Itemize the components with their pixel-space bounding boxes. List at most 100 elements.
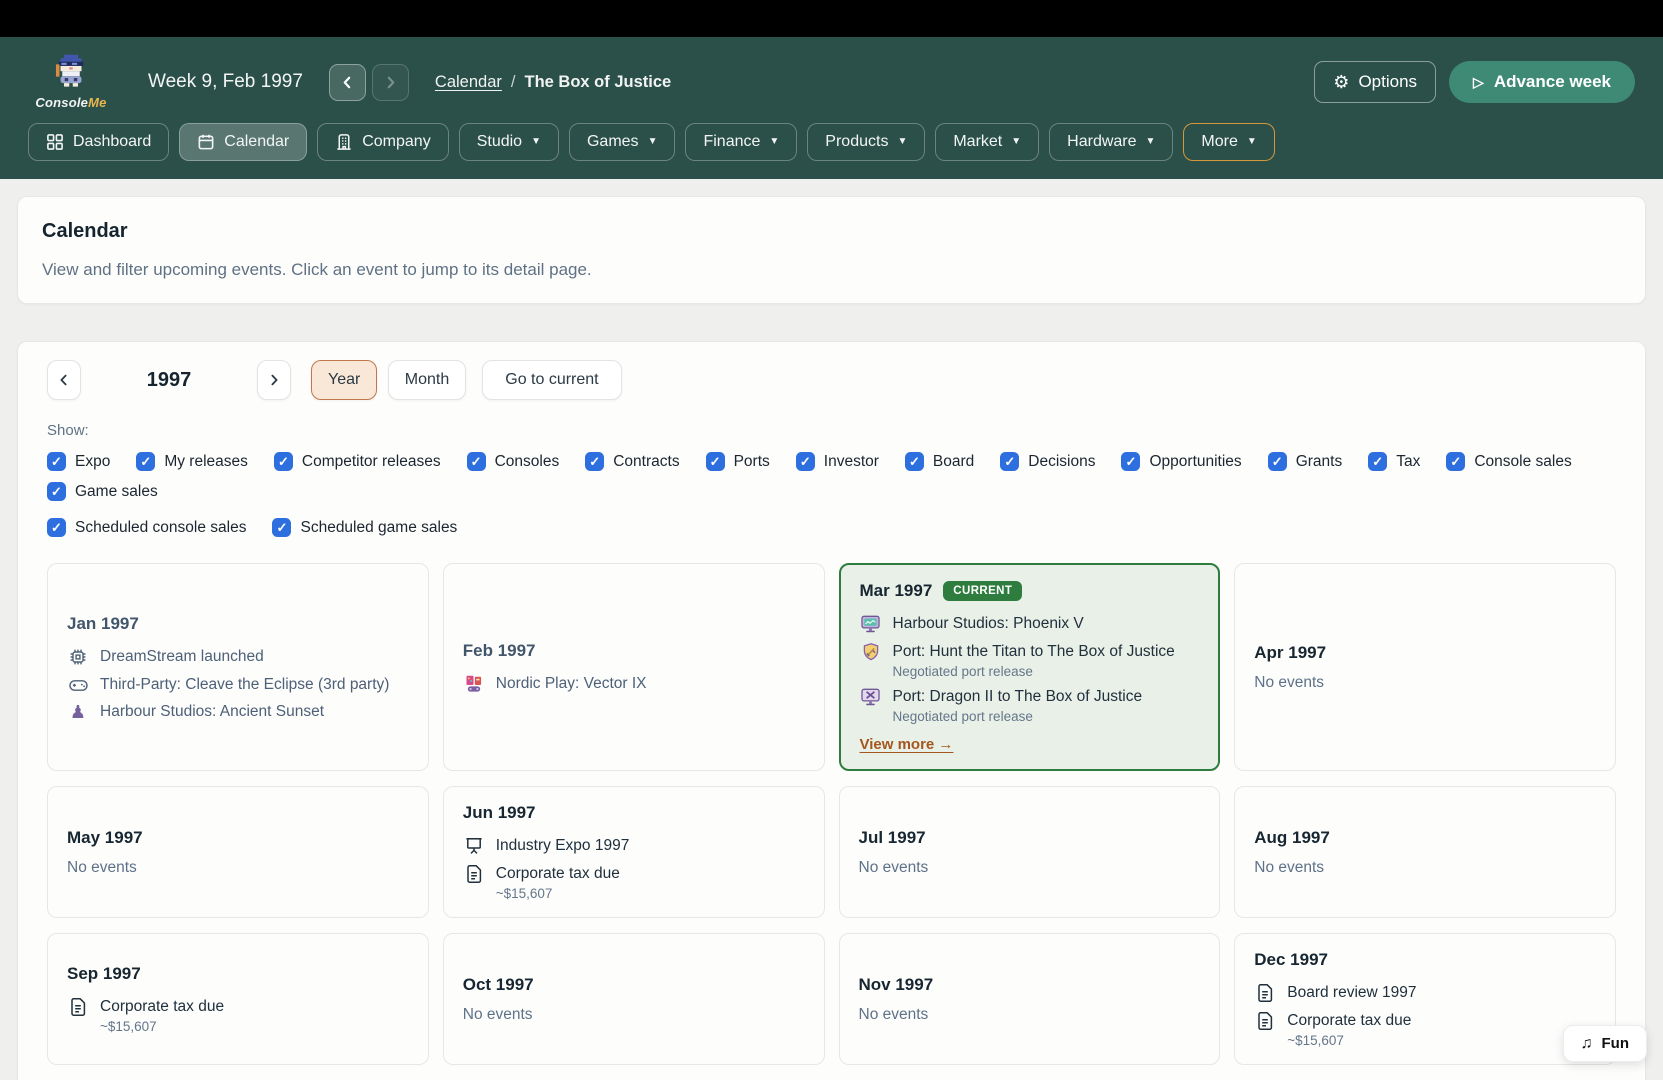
next-week-button[interactable]: [372, 64, 409, 101]
calendar-event[interactable]: Corporate tax due: [463, 864, 805, 884]
month-title: Oct 1997: [463, 975, 534, 995]
no-events-label: No events: [1254, 674, 1596, 692]
gear-icon: ⚙: [1333, 73, 1349, 91]
chevron-left-icon: [340, 75, 355, 90]
checkbox-checked-icon[interactable]: ✓: [905, 452, 924, 471]
app-logo[interactable]: ConsoleMe: [28, 54, 114, 110]
filter-console-sales[interactable]: ✓Console sales: [1446, 452, 1571, 471]
calendar-event[interactable]: Corporate tax due: [1254, 1011, 1596, 1031]
calendar-event[interactable]: DreamStream launched: [67, 647, 409, 667]
week-nav: [329, 64, 409, 101]
checkbox-checked-icon[interactable]: ✓: [47, 482, 66, 501]
checkbox-checked-icon[interactable]: ✓: [47, 452, 66, 471]
filter-scheduled-console-sales[interactable]: ✓Scheduled console sales: [47, 518, 246, 537]
dropdown-arrow-icon: ▼: [769, 137, 779, 147]
filter-game-sales[interactable]: ✓ Game sales: [47, 482, 158, 501]
app-header: ConsoleMe Week 9, Feb 1997 Calendar / Th…: [0, 37, 1663, 179]
filter-scheduled-game-sales[interactable]: ✓Scheduled game sales: [272, 518, 457, 537]
chip-icon: [67, 647, 89, 667]
month-card-oct-1997: Oct 1997No events: [443, 933, 825, 1065]
previous-year-button[interactable]: [47, 360, 81, 400]
previous-week-button[interactable]: [329, 64, 366, 101]
nav-company[interactable]: Company: [317, 123, 448, 161]
calendar-event[interactable]: Industry Expo 1997: [463, 836, 805, 856]
main-nav: Dashboard Calendar Company Studio▼ Games▼ Fin…: [28, 123, 1635, 161]
filter-decisions[interactable]: ✓Decisions: [1000, 452, 1095, 471]
calendar-event[interactable]: Port: Dragon II to The Box of Justice: [860, 687, 1200, 707]
month-card-aug-1997: Aug 1997No events: [1234, 786, 1616, 918]
filter-opportunities[interactable]: ✓Opportunities: [1121, 452, 1241, 471]
nav-games[interactable]: Games▼: [569, 123, 675, 161]
checkbox-checked-icon[interactable]: ✓: [47, 518, 66, 537]
filter-tax[interactable]: ✓Tax: [1368, 452, 1420, 471]
filter-label: My releases: [164, 453, 248, 471]
filter-consoles[interactable]: ✓ Consoles: [467, 452, 560, 471]
nav-calendar[interactable]: Calendar: [179, 123, 307, 161]
checkbox-checked-icon[interactable]: ✓: [467, 452, 486, 471]
calendar-event[interactable]: Harbour Studios: Phoenix V: [860, 614, 1200, 634]
view-month-button[interactable]: Month: [388, 360, 466, 400]
dropdown-arrow-icon: ▼: [1011, 137, 1021, 147]
filter-label: Game sales: [75, 483, 158, 501]
checkbox-checked-icon[interactable]: ✓: [272, 518, 291, 537]
mascot-icon: [50, 54, 92, 94]
checkbox-checked-icon[interactable]: ✓: [136, 452, 155, 471]
filter-competitor-releases[interactable]: ✓Competitor releases: [274, 452, 441, 471]
view-year-button[interactable]: Year: [311, 360, 377, 400]
year-nav: 1997 Year Month Go to current: [47, 360, 1616, 400]
nav-finance[interactable]: Finance▼: [685, 123, 797, 161]
checkbox-checked-icon[interactable]: ✓: [796, 452, 815, 471]
checkbox-checked-icon[interactable]: ✓: [1121, 452, 1140, 471]
event-label: Corporate tax due: [1287, 1012, 1411, 1030]
filter-expo[interactable]: ✓Expo: [47, 452, 110, 471]
nav-dashboard[interactable]: Dashboard: [28, 123, 169, 161]
nav-label: Market: [953, 133, 1002, 151]
checkbox-checked-icon[interactable]: ✓: [1000, 452, 1019, 471]
breadcrumb-calendar-link[interactable]: Calendar: [435, 73, 502, 92]
nav-hardware[interactable]: Hardware▼: [1049, 123, 1173, 161]
dropdown-arrow-icon: ▼: [1247, 137, 1257, 147]
checkbox-checked-icon[interactable]: ✓: [1268, 452, 1287, 471]
filter-label: Board: [933, 453, 974, 471]
nav-more[interactable]: More▼: [1183, 123, 1274, 161]
options-button[interactable]: ⚙ Options: [1314, 61, 1436, 103]
filter-board[interactable]: ✓ Board: [905, 452, 974, 471]
next-year-button[interactable]: [257, 360, 291, 400]
filter-investor[interactable]: ✓Investor: [796, 452, 879, 471]
calendar-event[interactable]: Port: Hunt the Titan to The Box of Justi…: [860, 642, 1200, 662]
month-card-dec-1997: Dec 1997 Board review 1997 Corporate tax d…: [1234, 933, 1616, 1065]
document-icon: [67, 997, 89, 1017]
filter-contracts[interactable]: ✓ Contracts: [585, 452, 679, 471]
filter-grants[interactable]: ✓Grants: [1268, 452, 1343, 471]
view-more-link[interactable]: View more →: [860, 736, 954, 753]
chevron-right-icon: [267, 373, 281, 387]
filter-label: Consoles: [495, 453, 560, 471]
checkbox-checked-icon[interactable]: ✓: [1368, 452, 1387, 471]
filter-my-releases[interactable]: ✓ My releases: [136, 452, 248, 471]
calendar-event[interactable]: Nordic Play: Vector IX: [463, 674, 805, 694]
calendar-intro-card: Calendar View and filter upcoming events…: [17, 196, 1646, 304]
month-title: Dec 1997: [1254, 950, 1328, 970]
calendar-event[interactable]: Board review 1997: [1254, 983, 1596, 1003]
event-sublabel: ~$15,607: [496, 886, 805, 901]
month-title: Jun 1997: [463, 803, 536, 823]
advance-week-button[interactable]: ▷ Advance week: [1449, 61, 1635, 103]
filter-label: Contracts: [613, 453, 679, 471]
no-events-label: No events: [859, 1006, 1201, 1024]
nav-products[interactable]: Products▼: [807, 123, 925, 161]
chevron-right-icon: [383, 75, 398, 90]
calendar-event[interactable]: ♟Harbour Studios: Ancient Sunset: [67, 703, 409, 721]
nav-studio[interactable]: Studio▼: [459, 123, 559, 161]
filter-ports[interactable]: ✓Ports: [706, 452, 770, 471]
checkbox-checked-icon[interactable]: ✓: [585, 452, 604, 471]
fun-button[interactable]: ♫ Fun: [1563, 1025, 1648, 1062]
checkbox-checked-icon[interactable]: ✓: [274, 452, 293, 471]
checkbox-checked-icon[interactable]: ✓: [1446, 452, 1465, 471]
calendar-card: 1997 Year Month Go to current Show: ✓Exp…: [17, 341, 1646, 1080]
calendar-event[interactable]: Corporate tax due: [67, 997, 409, 1017]
month-card-jun-1997: Jun 1997 Industry Expo 1997 Corporate tax …: [443, 786, 825, 918]
go-to-current-button[interactable]: Go to current: [482, 360, 621, 400]
calendar-event[interactable]: Third-Party: Cleave the Eclipse (3rd par…: [67, 675, 409, 695]
checkbox-checked-icon[interactable]: ✓: [706, 452, 725, 471]
nav-market[interactable]: Market ▼: [935, 123, 1039, 161]
